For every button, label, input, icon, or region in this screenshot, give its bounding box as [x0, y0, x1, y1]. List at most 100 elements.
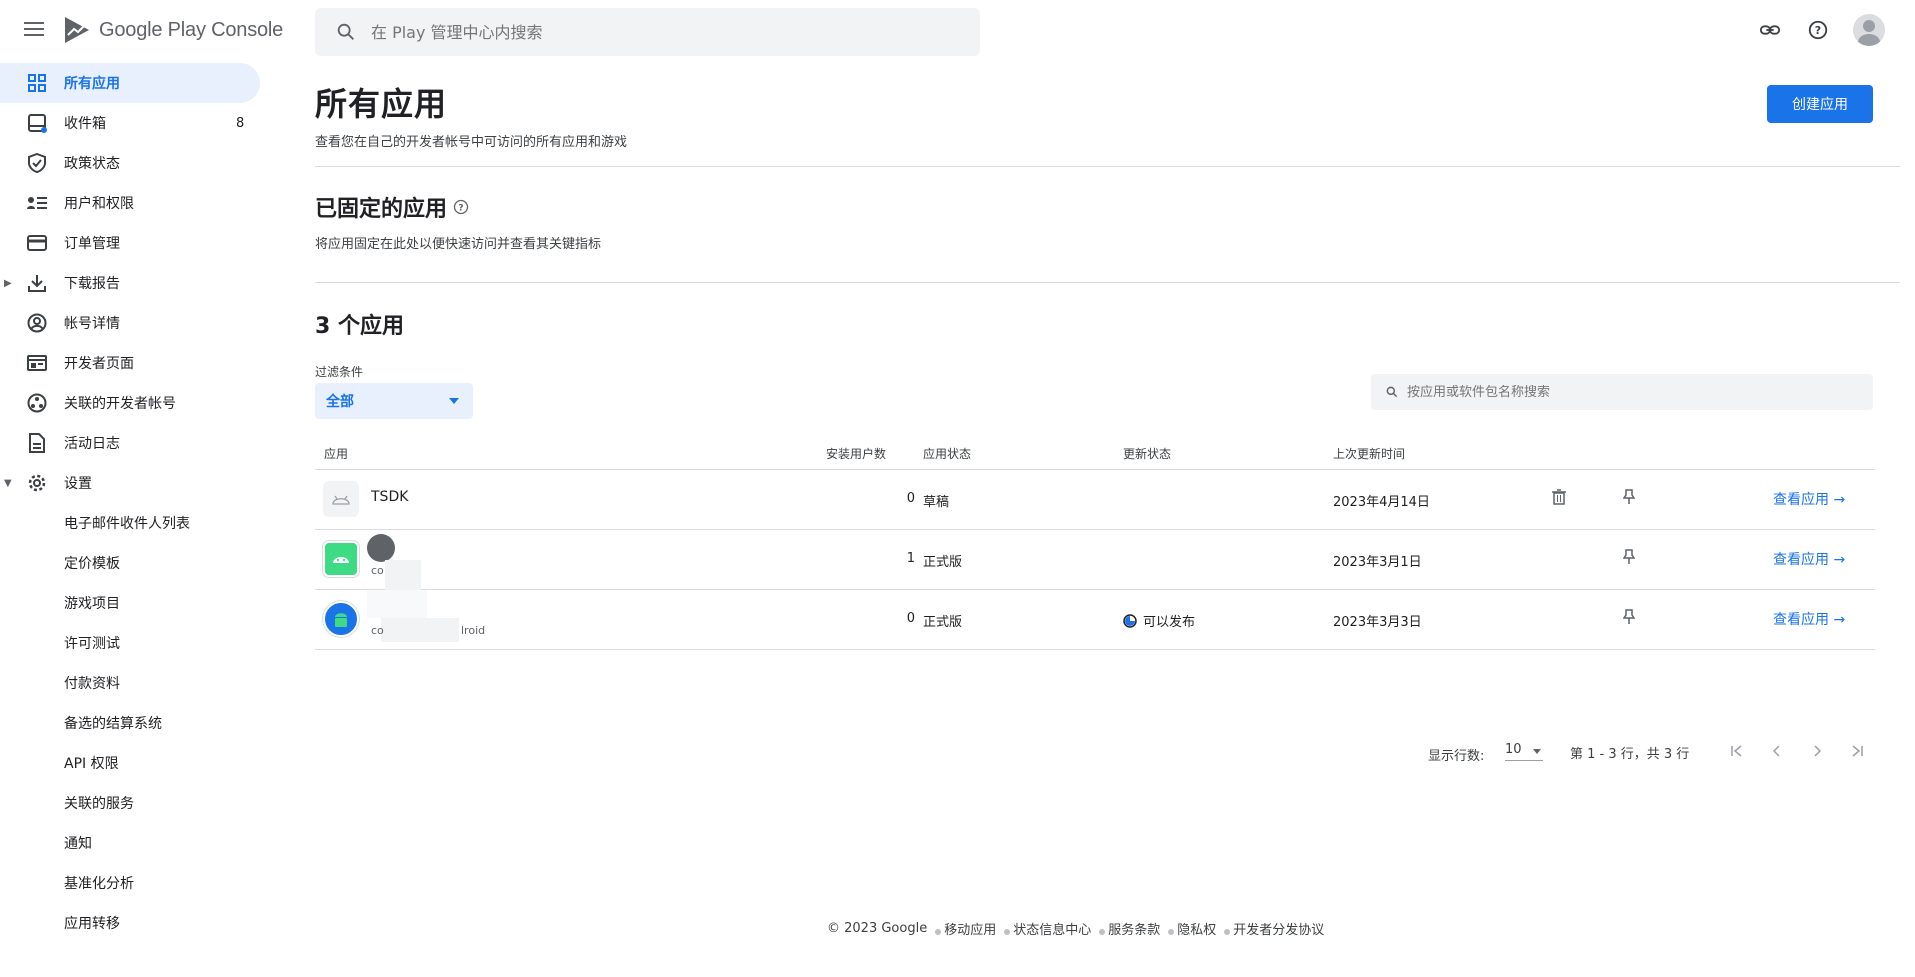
log-icon	[26, 432, 48, 454]
app-name: TSDK	[371, 489, 409, 505]
sidebar-subitem-api-access[interactable]: API 权限	[0, 743, 265, 783]
sidebar-subitem-benchmarking[interactable]: 基准化分析	[0, 863, 265, 903]
pin-icon[interactable]	[1619, 607, 1639, 627]
expand-caret-icon[interactable]: ▶	[4, 278, 12, 289]
last-page-icon[interactable]	[1846, 740, 1868, 762]
footer-link-status-dashboard[interactable]: 状态信息中心	[1013, 919, 1091, 938]
footer: © 2023 Google 移动应用 状态信息中心 服务条款 隐私权 开发者分发…	[827, 919, 1324, 938]
redacted-area	[367, 590, 427, 618]
play-console-logo[interactable]: Google Play Console	[63, 15, 283, 45]
rows-per-page-value: 10	[1505, 742, 1522, 757]
footer-link-privacy[interactable]: 隐私权	[1177, 919, 1216, 938]
page-subtitle: 查看您在自己的开发者帐号中可访问的所有应用和游戏	[315, 135, 628, 150]
sidebar-item-label: 设置	[64, 476, 92, 492]
search-icon	[337, 23, 354, 40]
create-app-button[interactable]: 创建应用	[1767, 85, 1873, 123]
last-updated: 2023年3月3日	[1333, 615, 1422, 630]
filter-dropdown[interactable]: 全部	[315, 383, 473, 419]
pin-icon[interactable]	[1619, 547, 1639, 567]
help-icon[interactable]: ?	[1805, 17, 1831, 43]
shield-icon	[26, 152, 48, 174]
delete-icon[interactable]	[1549, 487, 1569, 507]
next-page-icon[interactable]	[1806, 740, 1828, 762]
table-row[interactable]: co lroid 0 正式版 可以发布 2023年3月3日 查看应用 →	[315, 590, 1875, 650]
separator-dot	[1004, 928, 1011, 935]
ready-to-publish-icon	[1123, 613, 1137, 628]
view-app-link[interactable]: 查看应用 →	[1773, 609, 1845, 629]
first-page-icon[interactable]	[1726, 740, 1748, 762]
help-circle-icon[interactable]: ?	[453, 199, 469, 215]
link-icon[interactable]	[1757, 17, 1783, 43]
footer-link-terms[interactable]: 服务条款	[1108, 919, 1160, 938]
copyright: © 2023 Google	[827, 921, 928, 936]
column-header-last-updated[interactable]: 上次更新时间	[1333, 445, 1405, 462]
sidebar-item-policy[interactable]: 政策状态	[0, 143, 265, 183]
hamburger-menu-icon[interactable]	[22, 18, 46, 42]
app-table-search-input[interactable]	[1407, 384, 1867, 400]
grid-icon	[26, 72, 48, 94]
view-app-link[interactable]: 查看应用 →	[1773, 549, 1845, 569]
redacted-area	[385, 560, 421, 590]
column-header-app[interactable]: 应用	[324, 445, 348, 462]
sidebar-item-account-details[interactable]: 帐号详情	[0, 303, 265, 343]
pinned-apps-heading: 已固定的应用 ?	[315, 191, 469, 223]
global-search[interactable]	[315, 8, 980, 56]
app-table-search[interactable]	[1371, 374, 1873, 410]
inbox-count-badge: 8	[236, 115, 245, 131]
redacted-area	[381, 618, 459, 642]
sidebar-item-download-reports[interactable]: ▶ 下载报告	[0, 263, 265, 303]
svg-text:?: ?	[1815, 24, 1821, 37]
sidebar-item-settings[interactable]: ▼ 设置	[0, 463, 265, 503]
sidebar-subitem-linked-services[interactable]: 关联的服务	[0, 783, 265, 823]
sidebar-item-linked-accounts[interactable]: 关联的开发者帐号	[0, 383, 265, 423]
sidebar-item-inbox[interactable]: 收件箱 8	[0, 103, 265, 143]
android-placeholder-icon	[323, 481, 359, 517]
sidebar-item-users[interactable]: 用户和权限	[0, 183, 265, 223]
separator-dot	[935, 928, 942, 935]
sidebar-subitem-payments-profile[interactable]: 付款资料	[0, 663, 265, 703]
dropdown-arrow-icon	[449, 398, 459, 404]
sidebar-subitem-notifications[interactable]: 通知	[0, 823, 265, 863]
avatar[interactable]	[1853, 14, 1885, 46]
table-row[interactable]: co 1 正式版 2023年3月1日 查看应用 →	[315, 530, 1875, 590]
global-search-input[interactable]	[371, 22, 931, 42]
column-header-app-status[interactable]: 应用状态	[923, 445, 971, 462]
users-list-icon	[26, 192, 48, 214]
column-header-update-status[interactable]: 更新状态	[1123, 445, 1171, 462]
sidebar-item-label: 所有应用	[64, 76, 120, 92]
sidebar-subitem-email-lists[interactable]: 电子邮件收件人列表	[0, 503, 265, 543]
sidebar-item-label: 开发者页面	[64, 356, 134, 372]
sidebar-subitem-app-transfer[interactable]: 应用转移	[0, 903, 265, 943]
sidebar-item-label: 下载报告	[64, 276, 120, 292]
footer-link-mobile-app[interactable]: 移动应用	[944, 919, 996, 938]
sidebar-item-developer-page[interactable]: 开发者页面	[0, 343, 265, 383]
column-header-installs[interactable]: 安装用户数	[826, 445, 886, 462]
pin-icon[interactable]	[1619, 487, 1639, 507]
sidebar-subitem-alternative-billing[interactable]: 备选的结算系统	[0, 703, 265, 743]
view-app-label: 查看应用	[1773, 552, 1829, 568]
pinned-apps-title: 已固定的应用	[315, 197, 448, 222]
dropdown-arrow-icon	[1533, 749, 1541, 754]
sidebar-item-all-apps[interactable]: 所有应用	[0, 63, 260, 103]
sidebar-item-label: 收件箱	[64, 116, 106, 132]
table-row[interactable]: TSDK 0 草稿 2023年4月14日 查看应用 →	[315, 470, 1875, 530]
sidebar-item-activity-log[interactable]: 活动日志	[0, 423, 265, 463]
sidebar-subitem-license-testing[interactable]: 许可测试	[0, 623, 265, 663]
sidebar-subitem-game-projects[interactable]: 游戏项目	[0, 583, 265, 623]
filter-label: 过滤条件	[315, 365, 364, 379]
footer-link-distribution-agreement[interactable]: 开发者分发协议	[1233, 919, 1324, 938]
app-package-name: co	[371, 624, 384, 637]
app-package-name-tail: lroid	[461, 624, 486, 637]
view-app-link[interactable]: 查看应用 →	[1773, 489, 1845, 509]
rows-per-page-label: 显示行数:	[1428, 749, 1485, 764]
sidebar-item-label: 活动日志	[64, 436, 120, 452]
installs-value: 0	[906, 491, 915, 506]
collapse-caret-icon[interactable]: ▼	[4, 478, 12, 489]
previous-page-icon[interactable]	[1766, 740, 1788, 762]
separator-dot	[1224, 928, 1231, 935]
sidebar-item-orders[interactable]: 订单管理	[0, 223, 265, 263]
last-updated: 2023年3月1日	[1333, 555, 1422, 570]
sidebar-subitem-pricing-templates[interactable]: 定价模板	[0, 543, 265, 583]
download-icon	[26, 272, 48, 294]
rows-per-page-select[interactable]: 10	[1505, 742, 1543, 761]
